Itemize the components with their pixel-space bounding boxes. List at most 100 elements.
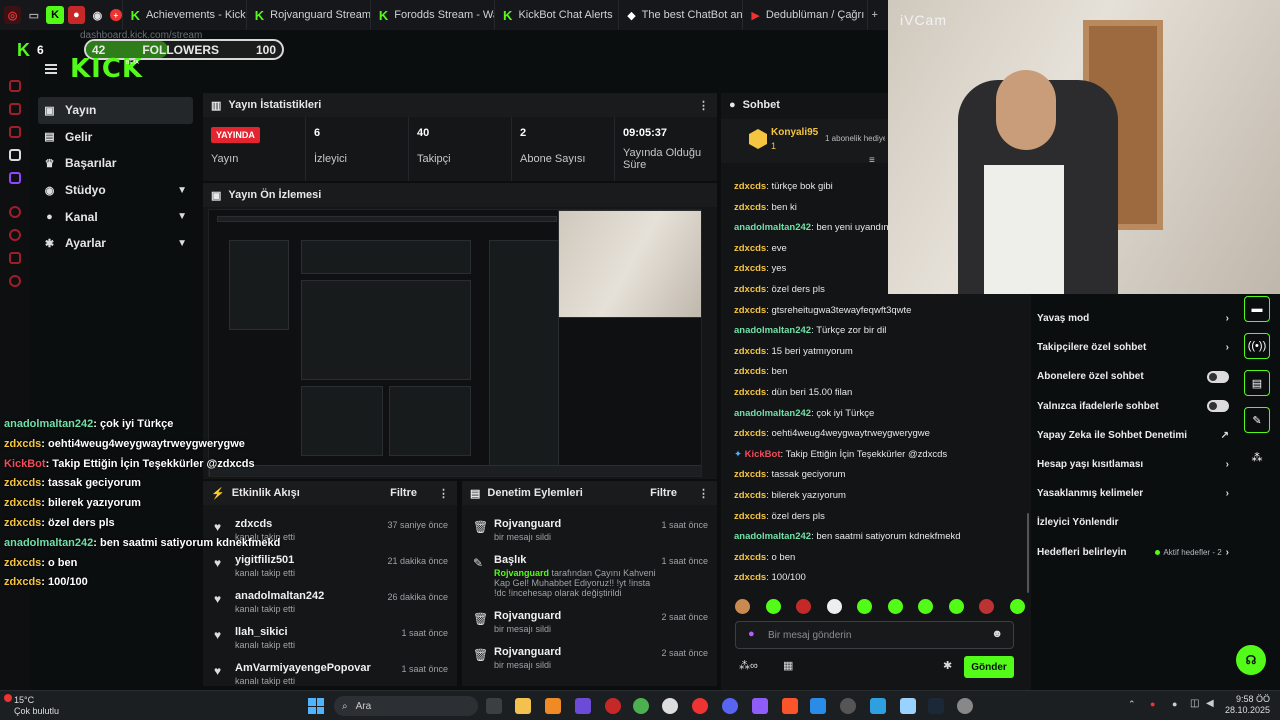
emote-icon[interactable] — [887, 599, 903, 614]
chat-username[interactable]: zdxcds — [734, 284, 766, 295]
menu-item-goals[interactable]: Hedefleri belirleyin Aktif hedefler - 2 › — [1031, 538, 1235, 567]
app-icon-6[interactable] — [840, 698, 856, 714]
emote-icon[interactable] — [735, 599, 750, 614]
tiktok-icon[interactable] — [9, 149, 21, 161]
opera-icon[interactable]: ◎ — [4, 6, 22, 24]
volume-icon[interactable]: ◀ — [1206, 698, 1214, 709]
microphone-tray-icon[interactable]: ● — [1172, 699, 1177, 709]
tray-app-icon[interactable]: ● — [1150, 699, 1155, 709]
player-icon[interactable] — [9, 206, 21, 218]
wrench-tool-icon[interactable]: ✎ — [1244, 407, 1270, 433]
sort-icon[interactable]: ≡ — [869, 155, 875, 166]
emote-icon[interactable] — [765, 599, 781, 614]
kick-tab-icon[interactable]: K — [46, 6, 64, 24]
emote-icon[interactable] — [857, 599, 873, 614]
headset-support-icon[interactable]: ☊ — [1236, 645, 1266, 675]
app-icon-8[interactable] — [900, 698, 916, 714]
app-icon-4[interactable] — [752, 698, 768, 714]
chat-username[interactable]: zdxcds — [734, 243, 766, 254]
chat-username[interactable]: zdxcds — [734, 202, 766, 213]
event-user[interactable]: llah_sikici — [235, 626, 401, 638]
chat-username[interactable]: KickBot — [745, 449, 781, 460]
file-explorer-icon[interactable] — [515, 698, 531, 714]
tray-chevron-icon[interactable]: ⌃ — [1128, 699, 1136, 710]
twitch-icon[interactable] — [9, 172, 21, 184]
brave-icon[interactable] — [782, 698, 798, 714]
filter-button[interactable]: Filtre — [650, 487, 677, 499]
event-user[interactable]: AmVarmiyayengePopovar — [235, 662, 401, 674]
menu-item-ai-moderation[interactable]: Yapay Zeka ile Sohbet Denetimi ↗ — [1031, 421, 1235, 450]
pinned-tab-icon-2[interactable]: ◉ — [89, 6, 106, 24]
weather-widget[interactable]: 15°C Çok bulutlu — [14, 695, 59, 717]
emote-icon[interactable] — [796, 599, 812, 614]
chat-username[interactable]: zdxcds — [734, 469, 766, 480]
emote-only-toggle[interactable] — [1207, 400, 1229, 413]
chat-username[interactable]: zdxcds — [734, 305, 766, 316]
sidebar-item-gelir[interactable]: ▤ Gelir — [38, 124, 193, 151]
chat-settings-icon[interactable]: ✱ — [943, 659, 952, 672]
more-options-icon[interactable]: ⋮ — [438, 487, 449, 500]
chrome-icon[interactable] — [633, 698, 649, 714]
discord-icon[interactable] — [722, 698, 738, 714]
apps-tool-icon[interactable]: ⁂ — [1244, 444, 1270, 470]
app-icon-5[interactable] — [810, 698, 826, 714]
system-clock[interactable]: 9:58 ÖÖ 28.10.2025 — [1225, 694, 1270, 716]
taskbar-search[interactable]: ⌕ Ara — [334, 696, 478, 716]
layout-tool-icon[interactable]: ▤ — [1244, 370, 1270, 396]
extensions-icon[interactable] — [9, 252, 21, 264]
settings-taskbar-icon[interactable] — [957, 698, 973, 714]
more-options-icon[interactable]: ⋮ — [698, 487, 709, 500]
send-button[interactable]: Gönder — [964, 656, 1014, 678]
tab-chatbot[interactable]: ◆ The best ChatBot and Widgets — [618, 0, 742, 30]
emote-icon[interactable] — [979, 599, 995, 614]
audit-user[interactable]: Rojvanguard — [494, 646, 661, 658]
sidebar-item-basarilar[interactable]: ♛ Başarılar — [38, 150, 193, 177]
pinned-tab-icon[interactable]: ● — [67, 6, 85, 24]
emote-icon[interactable] — [918, 599, 934, 614]
chat-username[interactable]: zdxcds — [734, 552, 766, 563]
emote-icon[interactable] — [826, 599, 842, 614]
more-options-icon[interactable]: ⋮ — [698, 99, 709, 112]
chat-input[interactable]: ● Bir mesaj gönderin ☻ — [735, 621, 1014, 649]
windows-start-icon[interactable] — [308, 698, 324, 714]
sidebar-item-studyo[interactable]: ◉ Stüdyo ▼ — [38, 177, 193, 204]
chat-username[interactable]: zdxcds — [734, 366, 766, 377]
broadcast-tool-icon[interactable]: ((•)) — [1244, 333, 1270, 359]
chat-username[interactable]: zdxcds — [734, 346, 766, 357]
steam-icon[interactable] — [928, 698, 944, 714]
chat-tool-icon[interactable]: ▬ — [1244, 296, 1270, 322]
tab-rojvanguard[interactable]: K Rojvanguard Stream - Watch Live — [245, 0, 370, 30]
kick-logo[interactable]: KICK — [70, 54, 143, 84]
filter-button[interactable]: Filtre — [390, 487, 417, 499]
chat-username[interactable]: zdxcds — [734, 572, 766, 583]
tab-kickbot[interactable]: K KickBot Chat Alerts — [494, 0, 618, 30]
audit-user[interactable]: Rojvanguard — [494, 518, 661, 530]
workspaces-icon[interactable]: ▭ — [25, 6, 42, 24]
store-icon[interactable]: ▦ — [783, 659, 793, 672]
chat-username[interactable]: anadolmaltan242 — [734, 222, 811, 233]
subscribers-only-toggle[interactable] — [1207, 370, 1229, 383]
sidebar-item-ayarlar[interactable]: ✱ Ayarlar ▼ — [38, 230, 193, 257]
menu-item-emote-only[interactable]: Yalnızca ifadelerle sohbet — [1031, 392, 1235, 421]
pinned-tab-icon-3[interactable]: + — [110, 9, 122, 21]
app-icon-3[interactable] — [605, 698, 621, 714]
chat-username[interactable]: zdxcds — [734, 511, 766, 522]
new-tab-button[interactable]: + — [866, 0, 888, 30]
hamburger-menu-icon[interactable] — [45, 64, 57, 74]
tab-forodds[interactable]: K Forodds Stream - Watch Live — [369, 0, 494, 30]
app-icon[interactable] — [545, 698, 561, 714]
chat-username[interactable]: zdxcds — [734, 181, 766, 192]
chat-username[interactable]: zdxcds — [734, 387, 766, 398]
sidebar-item-kanal[interactable]: ● Kanal ▼ — [38, 203, 193, 230]
audit-user[interactable]: Rojvanguard — [494, 610, 661, 622]
emote-icon[interactable] — [1009, 599, 1025, 614]
menu-item-subscribers-only[interactable]: Abonelere özel sohbet — [1031, 362, 1235, 391]
emote-icon[interactable] — [948, 599, 964, 614]
chat-username[interactable]: zdxcds — [734, 428, 766, 439]
app-icon-7[interactable] — [870, 698, 886, 714]
chat-scrollbar[interactable] — [1027, 513, 1029, 593]
menu-item-account-age[interactable]: Hesap yaşı kısıtlaması › — [1031, 450, 1235, 479]
chat-username[interactable]: anadolmaltan242 — [734, 531, 811, 542]
chat-username[interactable]: zdxcds — [734, 263, 766, 274]
audit-actor[interactable]: Rojvanguard — [494, 568, 549, 578]
